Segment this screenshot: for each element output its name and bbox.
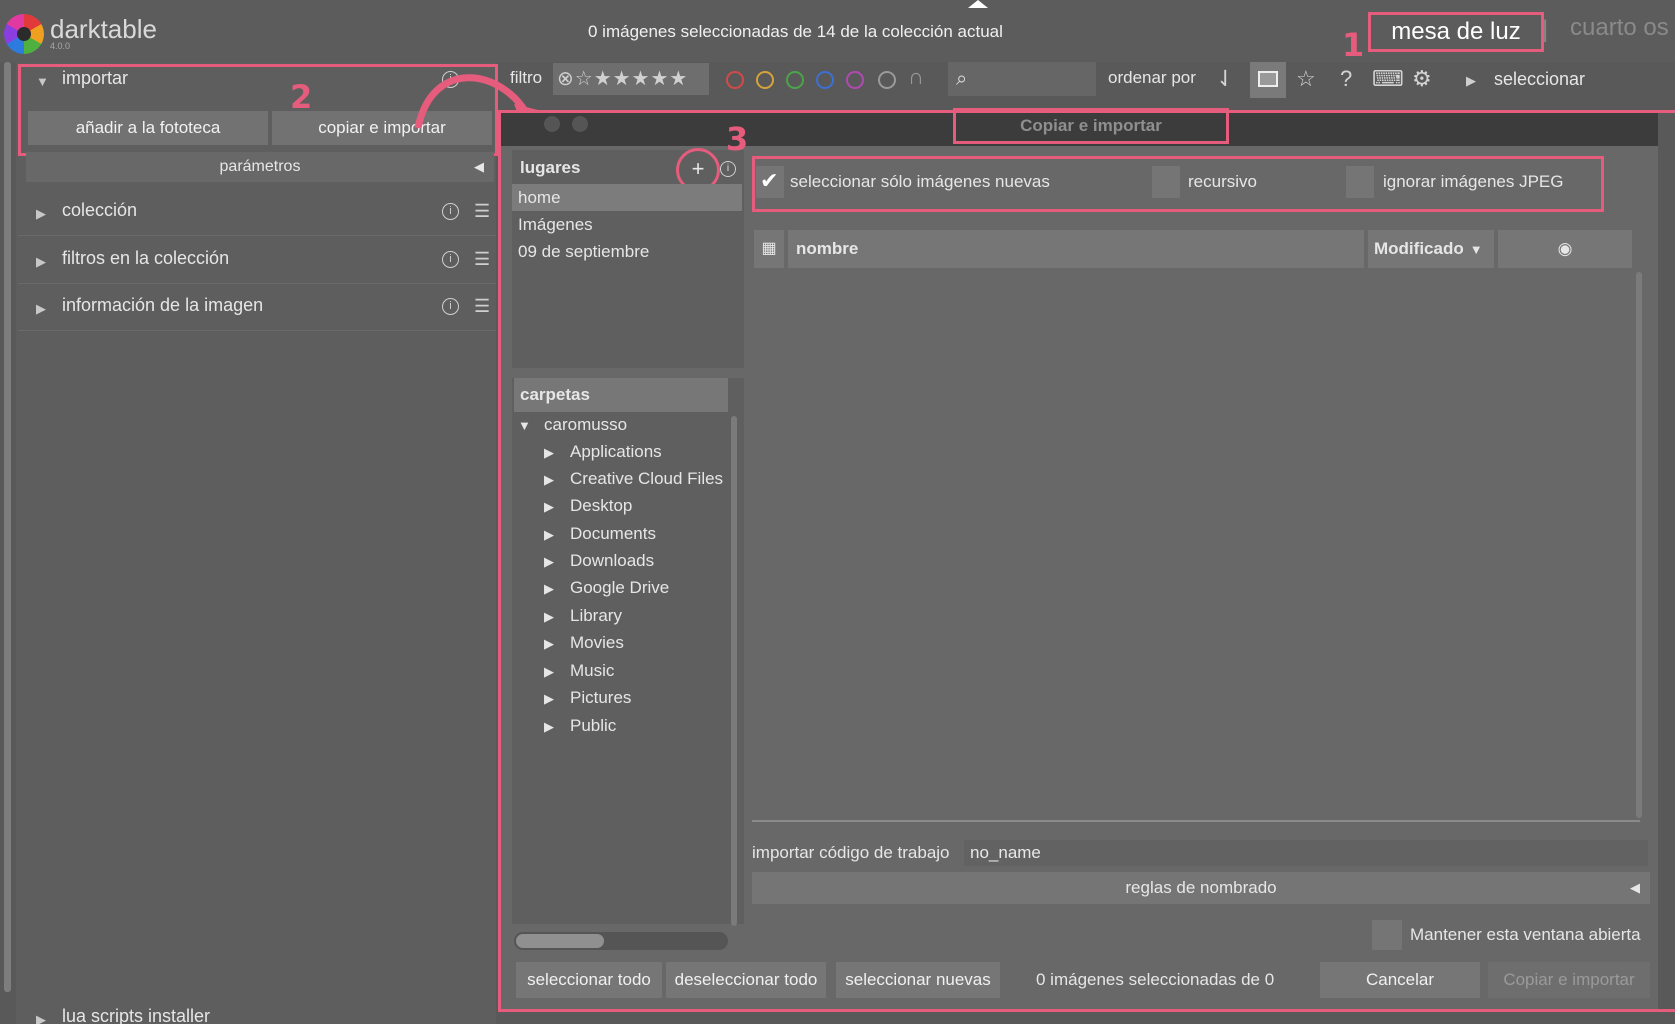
- blue-label-filter-icon[interactable]: [816, 71, 834, 89]
- star-overlay-icon[interactable]: ☆: [1296, 66, 1316, 92]
- module-lua-scripts-header[interactable]: ▶ lua scripts installer: [18, 1000, 496, 1024]
- annotation-box-dialog: [498, 110, 1675, 1012]
- grouping-icon: [1258, 71, 1278, 87]
- select-module-label[interactable]: seleccionar: [1494, 69, 1585, 90]
- sort-by-label: ordenar por: [1108, 68, 1196, 87]
- module-collection-label: colección: [62, 200, 138, 220]
- left-panel-edge-scrollbar[interactable]: [4, 62, 11, 992]
- module-collection-header[interactable]: ▶ colección i ☰: [18, 190, 496, 236]
- text-search-input[interactable]: [948, 62, 1096, 96]
- yellow-label-filter-icon[interactable]: [756, 71, 774, 89]
- presets-menu-icon[interactable]: ☰: [474, 249, 490, 270]
- collapse-left-arrow-icon: ◀: [474, 159, 484, 174]
- view-lighttable-tab[interactable]: mesa de luz: [1368, 12, 1544, 52]
- collection-status: 0 imágenes seleccionadas de 14 de la col…: [588, 22, 1003, 41]
- module-image-information-header[interactable]: ▶ información de la imagen i ☰: [18, 285, 496, 331]
- search-icon: ⌕: [956, 68, 968, 90]
- view-darkroom-tab[interactable]: cuarto os: [1570, 14, 1669, 42]
- annotation-1: 1: [1342, 26, 1365, 64]
- module-collection-filters-header[interactable]: ▶ filtros en la colección i ☰: [18, 238, 496, 284]
- collapsed-triangle-icon: ▶: [36, 301, 46, 316]
- info-icon[interactable]: i: [442, 203, 459, 220]
- presets-menu-icon[interactable]: ☰: [474, 296, 490, 317]
- gear-icon[interactable]: ⚙: [1412, 66, 1432, 92]
- label-operator-icon[interactable]: ∩: [908, 64, 924, 90]
- sort-order-icon[interactable]: ⇃: [1216, 66, 1234, 92]
- star-rating-filter[interactable]: ⊗☆★★★★★: [553, 63, 709, 95]
- collapsed-triangle-icon: ▶: [36, 206, 46, 221]
- module-lua-scripts-label: lua scripts installer: [62, 1006, 211, 1024]
- collapsed-triangle-icon: ▶: [36, 254, 46, 269]
- view-separator: |: [1542, 16, 1549, 43]
- collapsed-triangle-icon: ▶: [1466, 73, 1476, 88]
- red-label-filter-icon[interactable]: [726, 71, 744, 89]
- keyboard-shortcuts-icon[interactable]: ⌨: [1372, 66, 1404, 92]
- gray-label-filter-icon[interactable]: [878, 71, 896, 89]
- info-icon[interactable]: i: [442, 251, 459, 268]
- grouping-toggle-button[interactable]: [1250, 62, 1286, 98]
- darktable-logo-icon: [4, 14, 44, 54]
- info-icon[interactable]: i: [442, 298, 459, 315]
- collapsed-triangle-icon: ▶: [36, 1012, 46, 1024]
- module-image-information-label: información de la imagen: [62, 295, 264, 315]
- collapse-top-panel-arrow-icon[interactable]: [968, 0, 988, 8]
- parameters-collapsible[interactable]: parámetros ◀: [26, 152, 494, 182]
- presets-menu-icon[interactable]: ☰: [474, 201, 490, 222]
- app-version: 4.0.0: [50, 41, 71, 51]
- parameters-label: parámetros: [219, 158, 301, 175]
- module-collection-filters-label: filtros en la colección: [62, 248, 230, 268]
- help-icon[interactable]: ?: [1340, 66, 1352, 92]
- purple-label-filter-icon[interactable]: [846, 71, 864, 89]
- green-label-filter-icon[interactable]: [786, 71, 804, 89]
- add-to-library-button[interactable]: añadir a la fototeca: [28, 111, 268, 145]
